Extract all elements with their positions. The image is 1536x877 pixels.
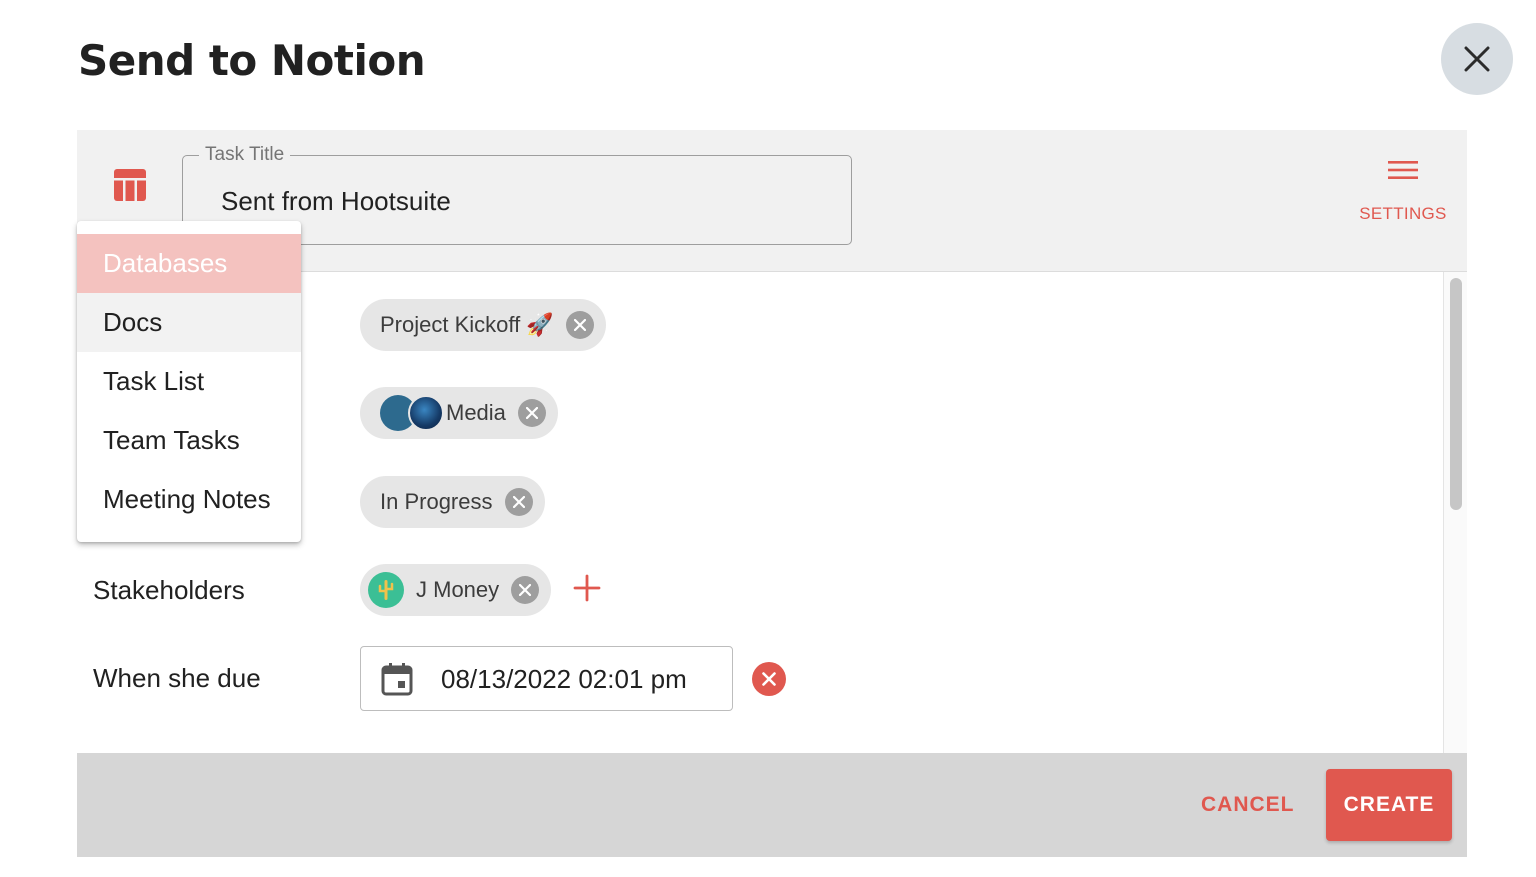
close-icon [519,584,532,596]
content-scrollbar[interactable] [1443,272,1467,753]
calendar-icon [381,663,413,696]
project-chip: Project Kickoff 🚀 [360,299,606,351]
media-avatar-2 [408,395,444,431]
table-icon[interactable] [113,168,147,202]
due-date-value[interactable]: 08/13/2022 02:01 pm [441,664,687,695]
stakeholder-chip-label: J Money [416,577,500,602]
remove-stakeholder-button[interactable] [511,576,540,604]
send-to-notion-dialog: Send to Notion Task Title Sent from Hoot… [0,0,1536,877]
media-chip: Media [360,387,558,439]
media-chip-label: Media [446,400,506,425]
settings-label: SETTINGS [1359,204,1447,223]
dropdown-item-meeting-notes[interactable]: Meeting Notes [77,470,301,529]
settings-button[interactable]: SETTINGS [1353,158,1453,224]
clear-due-date-button[interactable] [752,662,786,696]
close-button[interactable] [1441,23,1513,95]
stakeholder-avatar [368,572,404,608]
close-icon [525,407,538,419]
cancel-button[interactable]: CANCEL [1187,785,1309,825]
project-chip-label: Project Kickoff 🚀 [380,312,554,337]
status-chip: In Progress [360,476,545,528]
dropdown-item-team-tasks[interactable]: Team Tasks [77,411,301,470]
close-icon [1464,46,1490,72]
menu-icon [1388,161,1418,179]
close-icon [762,672,776,686]
stakeholder-chip: J Money [360,564,552,616]
status-chip-label: In Progress [380,489,493,514]
due-date-picker[interactable]: 08/13/2022 02:01 pm [360,646,733,711]
task-title-label: Task Title [199,144,291,166]
scrollbar-thumb[interactable] [1450,278,1462,510]
dropdown-item-databases[interactable]: Databases [77,234,301,293]
close-icon [573,319,586,331]
task-title-input[interactable]: Sent from Hootsuite [221,186,451,217]
remove-media-button[interactable] [517,399,546,427]
cactus-icon [378,580,394,600]
dropdown-item-docs[interactable]: Docs [77,293,301,352]
dialog-title: Send to Notion [78,36,426,85]
dropdown-item-task-list[interactable]: Task List [77,352,301,411]
remove-status-button[interactable] [504,488,533,516]
remove-project-button[interactable] [565,311,594,339]
database-dropdown-menu: Databases Docs Task List Team Tasks Meet… [77,221,301,542]
close-icon [512,496,525,508]
dialog-footer: CANCEL CREATE [77,753,1467,857]
add-stakeholder-icon[interactable] [573,574,601,602]
due-date-label: When she due [93,663,261,693]
create-button[interactable]: CREATE [1326,769,1452,841]
stakeholders-label: Stakeholders [93,575,245,605]
